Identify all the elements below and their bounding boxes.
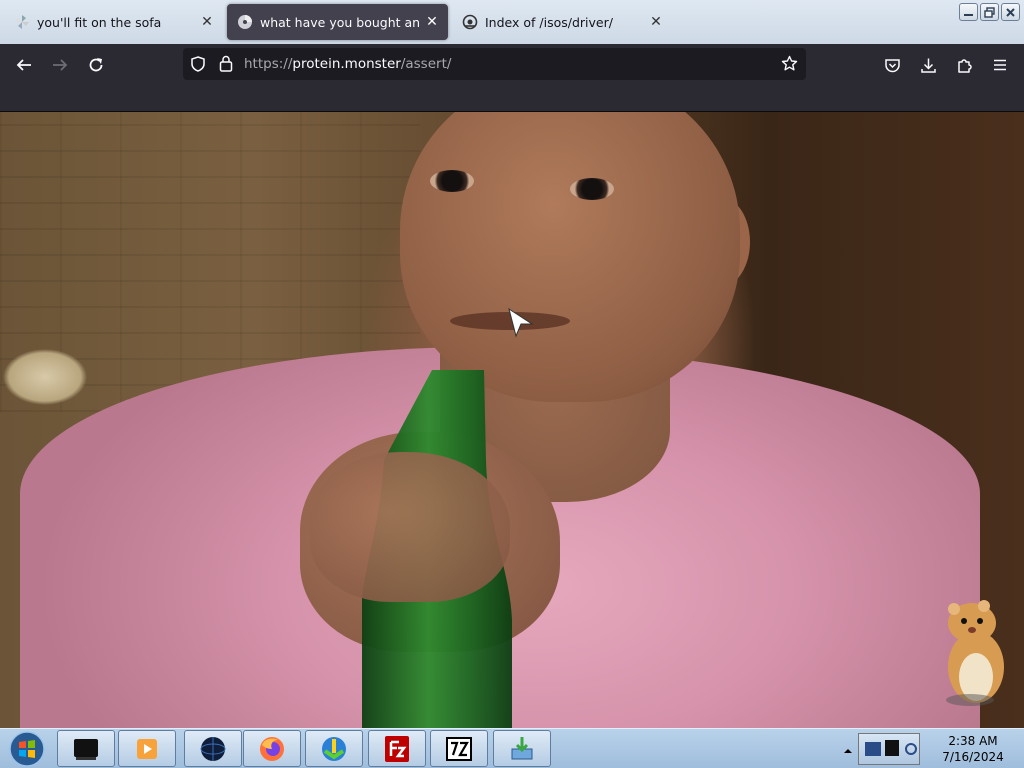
- installer-icon: [511, 736, 533, 759]
- forward-button[interactable]: [45, 50, 75, 80]
- reload-icon: [89, 58, 103, 72]
- media-player-icon: [137, 738, 157, 759]
- firefox-icon: [260, 736, 284, 761]
- left-eye: [430, 170, 474, 192]
- tab-label: you'll fit on the sofa: [37, 14, 162, 30]
- download-manager-icon: [322, 736, 346, 761]
- right-eye: [570, 178, 614, 200]
- filezilla-icon: [385, 735, 409, 762]
- cloud-gear-icon: [462, 14, 478, 30]
- close-window-button[interactable]: [1001, 3, 1020, 21]
- bookmarks-toolbar: [0, 85, 1024, 112]
- tray-app-icons[interactable]: [858, 733, 920, 765]
- downloads-button[interactable]: [913, 50, 943, 80]
- pocket-icon: [884, 58, 900, 72]
- pocket-button[interactable]: [877, 50, 907, 80]
- download-icon: [920, 58, 936, 73]
- start-button[interactable]: [4, 729, 50, 768]
- taskbar-installer[interactable]: [493, 730, 551, 767]
- tab-label: what have you bought and sold: [260, 14, 420, 30]
- tab-label: Index of /isos/driver/: [485, 14, 613, 30]
- url-scheme: https://: [244, 56, 293, 72]
- tab-bought-sold[interactable]: what have you bought and sold ✕: [227, 4, 448, 40]
- tab-sofa[interactable]: you'll fit on the sofa ✕: [4, 4, 223, 40]
- hamburger-menu-icon: [994, 59, 1006, 71]
- taskbar-globe[interactable]: [184, 730, 242, 767]
- 7zip-icon: [446, 736, 472, 761]
- taskbar-filezilla[interactable]: [368, 730, 426, 767]
- page-content-image: [0, 112, 1024, 728]
- globe-icon: [200, 736, 226, 761]
- taskbar: 2:38 AM 7/16/2024: [0, 728, 1024, 768]
- restore-button[interactable]: [980, 3, 999, 21]
- url-path: /assert/: [400, 56, 452, 72]
- menu-button[interactable]: [985, 50, 1015, 80]
- minimize-button[interactable]: [959, 3, 978, 21]
- extensions-button[interactable]: [949, 50, 979, 80]
- back-button[interactable]: [9, 50, 39, 80]
- mouse-cursor: [508, 308, 534, 338]
- system-clock[interactable]: 2:38 AM 7/16/2024: [930, 733, 1016, 765]
- url-bar[interactable]: https://protein.monster/assert/: [183, 48, 806, 80]
- fingers: [310, 452, 510, 602]
- shield-icon[interactable]: [190, 56, 206, 76]
- tab-index-drivers[interactable]: Index of /isos/driver/ ✕: [452, 4, 672, 40]
- clock-time: 2:38 AM: [948, 734, 998, 748]
- close-tab-icon[interactable]: ✕: [195, 10, 219, 34]
- network-icon: [865, 740, 917, 756]
- url-host: protein.monster: [292, 56, 401, 72]
- lock-icon[interactable]: [219, 55, 233, 76]
- face: [400, 112, 740, 402]
- taskbar-7zip[interactable]: [430, 730, 488, 767]
- close-tab-icon[interactable]: ✕: [420, 10, 444, 34]
- show-hidden-icons-icon[interactable]: [843, 741, 853, 760]
- puzzle-icon: [957, 58, 972, 73]
- back-arrow-icon: [16, 59, 31, 71]
- windows-start-icon: [9, 731, 45, 767]
- disc-icon: [237, 14, 253, 30]
- pinwheel-icon: [14, 14, 30, 30]
- taskbar-firefox[interactable]: [243, 730, 301, 767]
- hamster-mascot: [946, 600, 1004, 706]
- background-cups: [0, 337, 130, 412]
- clock-date: 7/16/2024: [942, 750, 1004, 764]
- window-controls: [959, 3, 1020, 21]
- taskbar-media-player[interactable]: [118, 730, 176, 767]
- taskbar-download-manager[interactable]: [305, 730, 363, 767]
- reload-button[interactable]: [81, 50, 111, 80]
- bookmark-star-icon[interactable]: [781, 55, 798, 76]
- tab-strip: you'll fit on the sofa ✕ what have you b…: [0, 0, 1024, 44]
- navigation-toolbar: https://protein.monster/assert/: [0, 44, 1024, 85]
- terminal-icon: [74, 738, 98, 760]
- forward-arrow-icon: [53, 59, 68, 71]
- close-tab-icon[interactable]: ✕: [644, 10, 668, 34]
- url-text[interactable]: https://protein.monster/assert/: [244, 56, 451, 72]
- taskbar-terminal[interactable]: [57, 730, 115, 767]
